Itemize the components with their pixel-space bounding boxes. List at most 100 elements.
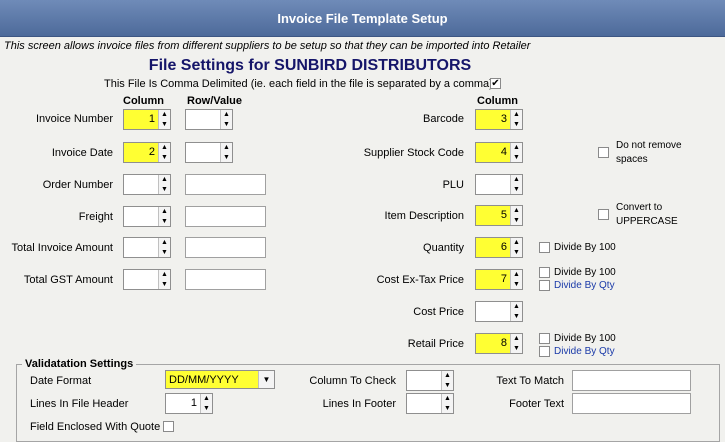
invoice-date-row-spinner[interactable]: ▲ ▼ xyxy=(185,142,233,163)
spin-up-icon[interactable]: ▲ xyxy=(159,110,170,120)
spin-up-icon[interactable]: ▲ xyxy=(159,143,170,153)
invoice-number-label: Invoice Number xyxy=(35,113,113,125)
spin-down-icon[interactable]: ▼ xyxy=(159,248,170,258)
spin-down-icon[interactable]: ▼ xyxy=(511,185,522,195)
lines-in-footer-spinner[interactable]: ▲ ▼ xyxy=(406,393,454,414)
spin-up-icon[interactable]: ▲ xyxy=(159,238,170,248)
retail-divide-100-checkbox[interactable] xyxy=(539,333,550,344)
total-gst-amount-label: Total GST Amount xyxy=(23,274,113,286)
spin-up-icon[interactable]: ▲ xyxy=(511,110,522,120)
cost-ex-tax-divide-100-checkbox[interactable] xyxy=(539,267,550,278)
spin-up-icon[interactable]: ▲ xyxy=(221,110,232,120)
lines-in-header-spinner[interactable]: 1 ▲ ▼ xyxy=(165,393,213,414)
spin-down-icon[interactable]: ▼ xyxy=(511,120,522,130)
cost-ex-tax-divide-100-label: Divide By 100 xyxy=(554,267,616,278)
spin-up-icon[interactable]: ▲ xyxy=(511,175,522,185)
spin-down-icon[interactable]: ▼ xyxy=(159,153,170,163)
total-invoice-amount-value-input[interactable] xyxy=(185,237,266,258)
spin-up-icon[interactable]: ▲ xyxy=(511,302,522,312)
check-icon: ✔ xyxy=(491,77,500,89)
spin-down-icon[interactable]: ▼ xyxy=(201,404,212,414)
spin-down-icon[interactable]: ▼ xyxy=(442,381,453,391)
spin-up-icon[interactable]: ▲ xyxy=(511,143,522,153)
spin-up-icon[interactable]: ▲ xyxy=(159,270,170,280)
right-column-header: Column xyxy=(477,95,518,107)
cost-price-label: Cost Price xyxy=(413,306,464,318)
supplier-stock-code-label: Supplier Stock Code xyxy=(363,147,464,159)
retail-price-column-spinner[interactable]: 8 ▲ ▼ xyxy=(475,333,523,354)
spin-up-icon[interactable]: ▲ xyxy=(511,270,522,280)
spin-up-icon[interactable]: ▲ xyxy=(221,143,232,153)
plu-column-spinner[interactable]: ▲ ▼ xyxy=(475,174,523,195)
do-not-remove-spaces-label-2: spaces xyxy=(616,154,648,165)
item-description-column-spinner[interactable]: 5 ▲ ▼ xyxy=(475,205,523,226)
invoice-number-row-spinner[interactable]: ▲ ▼ xyxy=(185,109,233,130)
freight-column-spinner[interactable]: ▲ ▼ xyxy=(123,206,171,227)
convert-uppercase-label-2: UPPERCASE xyxy=(616,216,678,227)
validation-settings-title: Validatation Settings xyxy=(22,358,137,370)
cost-ex-tax-price-column-spinner[interactable]: 7 ▲ ▼ xyxy=(475,269,523,290)
total-gst-amount-column-spinner[interactable]: ▲ ▼ xyxy=(123,269,171,290)
convert-uppercase-checkbox[interactable] xyxy=(598,209,609,220)
cost-price-column-spinner[interactable]: ▲ ▼ xyxy=(475,301,523,322)
spin-down-icon[interactable]: ▼ xyxy=(511,216,522,226)
window-title: Invoice File Template Setup xyxy=(277,10,448,26)
supplier-stock-code-column-spinner[interactable]: 4 ▲ ▼ xyxy=(475,142,523,163)
spin-down-icon[interactable]: ▼ xyxy=(159,280,170,290)
freight-label: Freight xyxy=(78,211,113,223)
quantity-divide-100-checkbox[interactable] xyxy=(539,242,550,253)
footer-text-label: Footer Text xyxy=(509,398,564,410)
spin-up-icon[interactable]: ▲ xyxy=(511,206,522,216)
spin-down-icon[interactable]: ▼ xyxy=(511,344,522,354)
spin-down-icon[interactable]: ▼ xyxy=(159,185,170,195)
freight-value-input[interactable] xyxy=(185,206,266,227)
spin-down-icon[interactable]: ▼ xyxy=(511,312,522,322)
spin-down-icon[interactable]: ▼ xyxy=(159,217,170,227)
barcode-label: Barcode xyxy=(423,113,464,125)
barcode-column-spinner[interactable]: 3 ▲ ▼ xyxy=(475,109,523,130)
invoice-date-column-spinner[interactable]: 2 ▲ ▼ xyxy=(123,142,171,163)
field-enclosed-with-quote-label: Field Enclosed With Quote xyxy=(30,421,161,433)
quantity-column-spinner[interactable]: 6 ▲ ▼ xyxy=(475,237,523,258)
total-invoice-amount-column-spinner[interactable]: ▲ ▼ xyxy=(123,237,171,258)
field-enclosed-with-quote-checkbox[interactable] xyxy=(163,421,174,432)
order-number-column-spinner[interactable]: ▲ ▼ xyxy=(123,174,171,195)
spin-down-icon[interactable]: ▼ xyxy=(221,153,232,163)
spin-up-icon[interactable]: ▲ xyxy=(159,175,170,185)
invoice-number-column-spinner[interactable]: 1 ▲ ▼ xyxy=(123,109,171,130)
spin-down-icon[interactable]: ▼ xyxy=(511,153,522,163)
comma-delimited-checkbox[interactable]: ✔ xyxy=(490,78,501,89)
spin-down-icon[interactable]: ▼ xyxy=(442,404,453,414)
spin-up-icon[interactable]: ▲ xyxy=(201,394,212,404)
text-to-match-input[interactable] xyxy=(572,370,691,391)
spin-up-icon[interactable]: ▲ xyxy=(159,207,170,217)
item-description-label: Item Description xyxy=(384,210,464,222)
column-to-check-spinner[interactable]: ▲ ▼ xyxy=(406,370,454,391)
comma-delimited-label: This File Is Comma Delimited (ie. each f… xyxy=(104,78,493,90)
total-invoice-amount-label: Total Invoice Amount xyxy=(11,242,113,254)
retail-divide-qty-checkbox[interactable] xyxy=(539,346,550,357)
total-gst-amount-value-input[interactable] xyxy=(185,269,266,290)
quantity-label: Quantity xyxy=(423,242,464,254)
spin-up-icon[interactable]: ▲ xyxy=(442,371,453,381)
lines-in-file-header-label: Lines In File Header xyxy=(30,398,129,410)
spin-down-icon[interactable]: ▼ xyxy=(221,120,232,130)
spin-down-icon[interactable]: ▼ xyxy=(511,248,522,258)
intro-text: This screen allows invoice files from di… xyxy=(4,40,531,52)
spin-down-icon[interactable]: ▼ xyxy=(159,120,170,130)
spin-up-icon[interactable]: ▲ xyxy=(442,394,453,404)
chevron-down-icon[interactable]: ▼ xyxy=(258,371,274,388)
order-number-label: Order Number xyxy=(42,179,113,191)
spin-down-icon[interactable]: ▼ xyxy=(511,280,522,290)
cost-ex-tax-divide-qty-checkbox[interactable] xyxy=(539,280,550,291)
do-not-remove-spaces-checkbox[interactable] xyxy=(598,147,609,158)
lines-in-footer-label: Lines In Footer xyxy=(322,398,396,410)
plu-label: PLU xyxy=(442,179,464,191)
date-format-select[interactable]: DD/MM/YYYY ▼ xyxy=(165,370,275,389)
footer-text-input[interactable] xyxy=(572,393,691,414)
order-number-value-input[interactable] xyxy=(185,174,266,195)
spin-up-icon[interactable]: ▲ xyxy=(511,238,522,248)
spin-up-icon[interactable]: ▲ xyxy=(511,334,522,344)
cost-ex-tax-divide-qty-label: Divide By Qty xyxy=(554,280,615,291)
date-format-label: Date Format xyxy=(30,375,92,387)
